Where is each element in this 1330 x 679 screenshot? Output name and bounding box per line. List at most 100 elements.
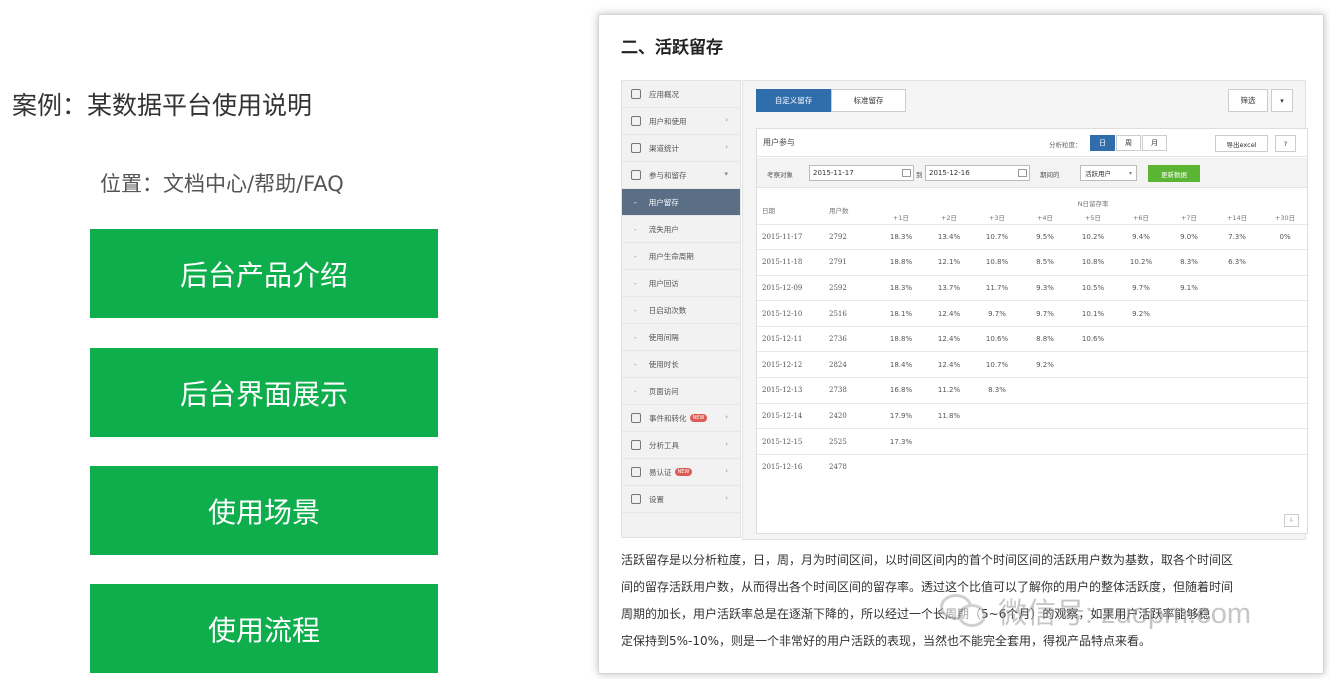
- description-line: 定保持到5%-10%，则是一个非常好的用户活跃的表现，当然也不能完全套用，得视产…: [621, 634, 1152, 648]
- export-excel-button[interactable]: 导出excel: [1215, 135, 1268, 152]
- cell-retention-rate: [1261, 351, 1310, 378]
- cell-retention-rate: 10.5%: [1069, 274, 1117, 301]
- new-badge: NEW: [689, 414, 708, 422]
- sidebar-subitem-daily-launches[interactable]: - 日启动次数: [622, 297, 740, 324]
- column-header-day: +2日: [940, 213, 958, 222]
- help-button[interactable]: ?: [1275, 135, 1296, 152]
- sidebar-item-label: 使用间隔: [648, 332, 679, 342]
- sidebar-subitem-lifecycle[interactable]: - 用户生命周期: [622, 243, 740, 270]
- backend-ui-display-button[interactable]: 后台界面展示: [90, 348, 438, 437]
- sidebar-item-label: 易认证: [649, 467, 672, 477]
- screenshot-panel: 二、活跃留存 应用概况 用户和使用 › 渠道统计 › 参与和留存 ▾ - 用户留存 -流…: [598, 14, 1324, 674]
- cell-retention-rate: 10.1%: [1069, 300, 1117, 327]
- usage-scenario-button[interactable]: 使用场景: [90, 466, 438, 555]
- period-label: 期间的: [1040, 171, 1060, 179]
- update-data-button[interactable]: 更新数据: [1148, 165, 1200, 182]
- cell-retention-rate: 10.2%: [1069, 223, 1117, 250]
- chevron-right-icon: ›: [725, 116, 728, 124]
- sidebar-item-analysis-tools[interactable]: 分析工具 ›: [622, 432, 740, 459]
- sidebar-item-label: 参与和留存: [649, 170, 687, 180]
- sidebar-item-label: 用户留存: [648, 197, 679, 207]
- tab-custom-retention[interactable]: 自定义留存: [756, 89, 831, 112]
- cell-retention-rate: 9.4%: [1117, 223, 1165, 250]
- sidebar-item-settings[interactable]: 设置 ›: [622, 486, 740, 513]
- sidebar-item-users[interactable]: 用户和使用 ›: [622, 108, 740, 135]
- tab-standard-retention[interactable]: 标准留存: [831, 89, 906, 112]
- sidebar-item-label: 设置: [649, 494, 664, 504]
- pagination-button[interactable]: ⇩: [1284, 514, 1299, 527]
- sidebar-item-events[interactable]: 事件和转化 NEW ›: [622, 405, 740, 432]
- cell-retention-rate: [925, 428, 973, 455]
- cell-retention-rate: [1261, 300, 1310, 327]
- sidebar-item-label: 分析工具: [649, 440, 679, 450]
- cell-retention-rate: [1117, 377, 1165, 404]
- cell-retention-rate: 0%: [1261, 223, 1310, 250]
- cell-retention-rate: [1069, 402, 1117, 429]
- sidebar-subitem-churned-users[interactable]: - 流失用户: [622, 216, 740, 243]
- sidebar-subitem-page-visits[interactable]: - 页面访问: [622, 378, 740, 405]
- sidebar-subitem-revisit[interactable]: - 用户回访: [622, 270, 740, 297]
- cell-retention-rate: 16.8%: [877, 377, 925, 404]
- end-date-input[interactable]: 2015-12-16: [925, 165, 1030, 181]
- cell-retention-rate: [1069, 377, 1117, 404]
- cell-retention-rate: 8.3%: [973, 377, 1021, 404]
- sidebar-subitem-usage-duration[interactable]: - 使用时长: [622, 351, 740, 378]
- granularity-week[interactable]: 周: [1116, 135, 1141, 151]
- cell-retention-rate: [1213, 300, 1261, 327]
- cell-retention-rate: [1069, 453, 1117, 480]
- cell-retention-rate: [973, 402, 1021, 429]
- cell-retention-rate: [1069, 351, 1117, 378]
- cell-retention-rate: 10.6%: [1069, 325, 1117, 352]
- cell-retention-rate: 18.8%: [877, 325, 925, 352]
- chevron-right-icon: ›: [725, 494, 728, 502]
- eye-icon: [631, 440, 641, 450]
- cell-retention-rate: [1021, 402, 1069, 429]
- sidebar-item-overview[interactable]: 应用概况: [622, 81, 740, 108]
- column-header-date: 日期: [762, 206, 775, 215]
- cell-retention-rate: [1213, 351, 1261, 378]
- gear-icon: [631, 494, 641, 504]
- cell-date: 2015-12-13: [757, 377, 825, 404]
- cell-retention-rate: 12.4%: [925, 325, 973, 352]
- cell-date: 2015-12-16: [757, 453, 825, 480]
- user-type-select[interactable]: 活跃用户 ▾: [1080, 165, 1137, 181]
- cell-date: 2015-12-10: [757, 300, 825, 327]
- column-header-day: +7日: [1180, 213, 1198, 222]
- sidebar-item-label: 流失用户: [648, 224, 679, 234]
- cell-retention-rate: [1117, 351, 1165, 378]
- cell-retention-rate: 12.1%: [925, 249, 973, 276]
- sidebar-subitem-user-retention[interactable]: - 用户留存: [622, 189, 740, 216]
- cell-retention-rate: [1261, 325, 1310, 352]
- cell-retention-rate: [1165, 351, 1213, 378]
- start-date-input[interactable]: 2015-11-17: [809, 165, 914, 181]
- granularity-day[interactable]: 日: [1090, 135, 1115, 151]
- filter-button[interactable]: 筛选: [1228, 89, 1268, 112]
- granularity-label: 分析粒度：: [1049, 141, 1082, 149]
- cell-retention-rate: 10.6%: [973, 325, 1021, 352]
- cert-icon: [631, 467, 641, 477]
- cell-retention-rate: [1117, 402, 1165, 429]
- sidebar-item-retention[interactable]: 参与和留存 ▾: [622, 162, 740, 189]
- cell-retention-rate: [1261, 249, 1310, 276]
- sidebar-subitem-usage-interval[interactable]: - 使用间隔: [622, 324, 740, 351]
- cell-users: 2525: [825, 428, 877, 455]
- cell-retention-rate: [1117, 453, 1165, 480]
- sidebar-item-label: 事件和转化: [649, 413, 687, 423]
- granularity-month[interactable]: 月: [1142, 135, 1167, 151]
- cell-retention-rate: 9.5%: [1021, 223, 1069, 250]
- cell-retention-rate: [1261, 274, 1310, 301]
- usage-flow-button[interactable]: 使用流程: [90, 584, 438, 673]
- card-title: 用户参与: [763, 138, 795, 147]
- backend-product-intro-button[interactable]: 后台产品介绍: [90, 229, 438, 318]
- cell-retention-rate: 9.7%: [1117, 274, 1165, 301]
- chevron-right-icon: ›: [725, 440, 728, 448]
- cell-retention-rate: [1021, 453, 1069, 480]
- cell-users: 2478: [825, 453, 877, 480]
- cell-date: 2015-12-11: [757, 325, 825, 352]
- filter-dropdown-toggle[interactable]: ▾: [1271, 89, 1293, 112]
- sidebar-item-certification[interactable]: 易认证 NEW ›: [622, 459, 740, 486]
- cell-retention-rate: 18.3%: [877, 274, 925, 301]
- cell-retention-rate: 10.8%: [973, 249, 1021, 276]
- cell-retention-rate: 12.4%: [925, 351, 973, 378]
- sidebar-item-channel[interactable]: 渠道统计 ›: [622, 135, 740, 162]
